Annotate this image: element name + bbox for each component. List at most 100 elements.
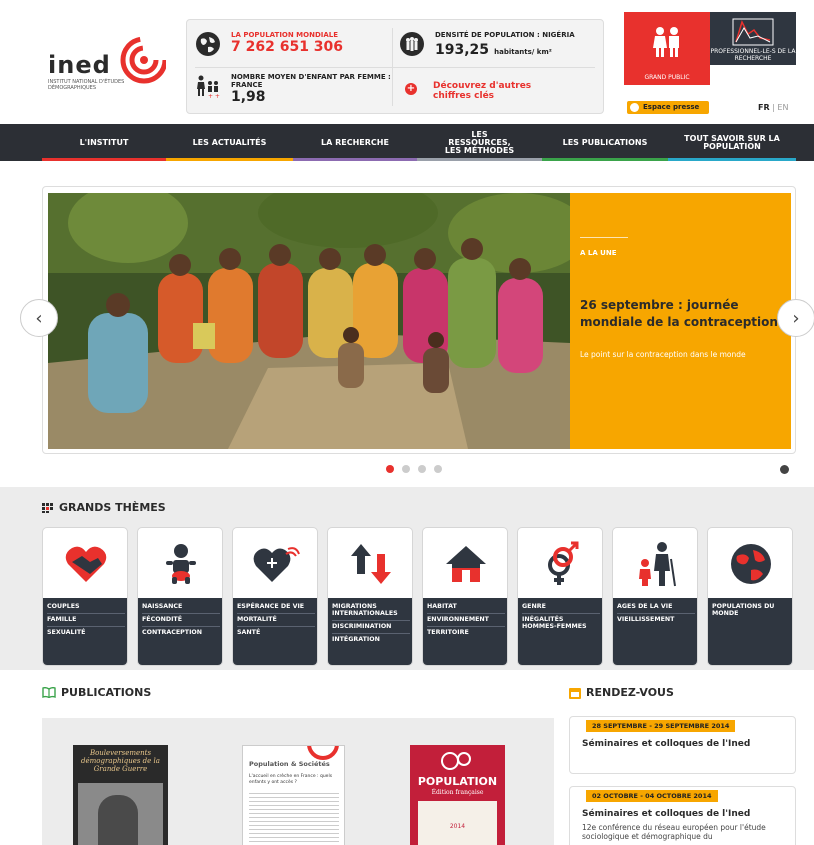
slide-tag: A LA UNE [580,249,617,257]
theme-card[interactable]: ESPÉRANCE DE VIE MORTALITÉ SANTÉ [232,527,318,666]
discover-more-label: Découvrez d'autres chiffres clés [433,81,532,101]
rendezvous-heading: RENDEZ-VOUS [569,686,674,699]
event-date-badge: 28 SEPTEMBRE - 29 SEPTEMBRE 2014 [586,720,736,732]
theme-link[interactable]: DISCRIMINATION [332,621,410,634]
theme-link[interactable]: GENRE [522,601,600,614]
theme-card[interactable]: COUPLES FAMILLE SEXUALITÉ [42,527,128,666]
espace-presse-button[interactable]: Espace presse [627,101,709,114]
theme-link[interactable]: NAISSANCE [142,601,220,614]
nav-color-bar [542,158,668,161]
theme-card[interactable]: GENRE INÉGALITÉS HOMMES-FEMMES [517,527,603,666]
carousel-dot[interactable] [418,465,426,473]
open-book-icon [42,687,56,698]
theme-link[interactable]: HABITAT [427,601,505,614]
globe-icon [196,32,220,56]
theme-links-panel: POPULATIONS DU MONDE [708,598,792,665]
nav-item-population[interactable]: TOUT SAVOIR SUR LA POPULATION [668,124,796,161]
density-unit: habitants/ km² [494,48,552,56]
nav-item-label: LES RESSOURCES, LES MÉTHODES [444,129,515,155]
nav-item-institut[interactable]: L'INSTITUT [42,124,166,161]
theme-link[interactable]: INTÉGRATION [332,634,410,646]
event-date-badge: 02 OCTOBRE - 04 OCTOBRE 2014 [586,790,718,802]
featured-text-panel[interactable]: A LA UNE 26 septembre : journée mondiale… [570,193,791,449]
nav-color-bar [668,158,796,161]
book-year: 2014 [449,823,466,830]
logo-rings-icon [120,36,166,84]
event-card[interactable]: 28 SEPTEMBRE - 29 SEPTEMBRE 2014 Séminai… [569,716,796,774]
elderly-child-icon [613,538,697,590]
world-population-label: LA POPULATION MONDIALE [231,31,339,39]
professionnels-button[interactable]: PROFESSIONNEL-LE-S DE LA RECHERCHE [710,12,796,65]
espace-presse-label: Espace presse [643,103,700,111]
plus-circle-icon: + [405,83,417,95]
nav-item-actualites[interactable]: LES ACTUALITÉS [166,124,293,161]
carousel-dot[interactable] [434,465,442,473]
svg-text:+ +: + + [208,93,220,99]
grand-public-button[interactable]: GRAND PUBLIC [624,12,710,85]
grand-public-label: GRAND PUBLIC [644,74,690,81]
grands-themes-title: GRANDS THÈMES [59,501,166,514]
carousel-play-icon[interactable] [780,465,789,474]
slide-title: 26 septembre : journée mondiale de la co… [580,298,778,329]
logo-subtitle: INSTITUT NATIONAL D'ÉTUDES DÉMOGRAPHIQUE… [48,79,125,91]
nav-item-recherche[interactable]: LA RECHERCHE [293,124,417,161]
theme-link[interactable]: CONTRACEPTION [142,627,220,639]
theme-card[interactable]: POPULATIONS DU MONDE [707,527,793,666]
theme-link[interactable]: TERRITOIRE [427,627,505,639]
publications-title: PUBLICATIONS [61,686,152,699]
nav-item-publications[interactable]: LES PUBLICATIONS [542,124,668,161]
carousel-dot[interactable] [402,465,410,473]
theme-link[interactable]: MORTALITÉ [237,614,315,627]
baby-icon [138,538,222,590]
lang-en-link[interactable]: EN [777,103,788,112]
theme-card[interactable]: NAISSANCE FÉCONDITÉ CONTRACEPTION [137,527,223,666]
carousel-next-button[interactable]: › [777,299,814,337]
theme-link[interactable]: COUPLES [47,601,125,614]
featured-photo[interactable] [48,193,570,449]
grands-themes-section: GRANDS THÈMES COUPLES FAMILLE SEXUALITÉ NAI… [0,487,814,670]
nav-color-bar [166,158,293,161]
handshake-heart-icon [43,538,127,590]
book-population-societes[interactable]: Population & Sociétés L'accueil en crèch… [242,745,345,845]
book-subtitle: Édition française [431,789,484,796]
theme-link[interactable]: POPULATIONS DU MONDE [712,601,790,620]
slide-description: Le point sur la contraception dans le mo… [580,350,746,359]
featured-carousel: A LA UNE 26 septembre : journée mondiale… [42,186,796,454]
world-population-value: 7 262 651 306 [231,39,344,55]
book-title: Population & Sociétés [249,760,330,768]
theme-link[interactable]: MIGRATIONS INTERNATIONALES [332,601,410,621]
theme-link[interactable]: FÉCONDITÉ [142,614,220,627]
theme-link[interactable]: FAMILLE [47,614,125,627]
density-value: 193,25 [435,42,490,58]
carousel-prev-button[interactable]: ‹ [20,299,58,337]
lang-fr-link[interactable]: FR [758,103,770,112]
book-population-revue[interactable]: POPULATION Édition française 2014 [410,745,505,845]
event-title: Séminaires et colloques de l'Ined [582,739,751,749]
nav-item-ressources[interactable]: LES RESSOURCES, LES MÉTHODES [417,124,542,161]
book-text-lines [249,790,339,845]
globe-icon [708,538,792,590]
theme-card[interactable]: MIGRATIONS INTERNATIONALES DISCRIMINATION… [327,527,413,666]
theme-link[interactable]: AGES DE LA VIE [617,601,695,614]
grands-themes-heading: GRANDS THÈMES [42,501,166,514]
theme-links-panel: COUPLES FAMILLE SEXUALITÉ [43,598,127,665]
carousel-dot[interactable] [386,465,394,473]
theme-link[interactable]: ENVIRONNEMENT [427,614,505,627]
theme-link[interactable]: SEXUALITÉ [47,627,125,639]
theme-card[interactable]: AGES DE LA VIE VIEILLISSEMENT [612,527,698,666]
calendar-icon [569,687,581,699]
publications-heading: PUBLICATIONS [42,686,151,699]
theme-link[interactable]: SANTÉ [237,627,315,639]
theme-link[interactable]: VIEILLISSEMENT [617,614,695,626]
theme-card[interactable]: HABITAT ENVIRONNEMENT TERRITOIRE [422,527,508,666]
nav-color-bar [293,158,417,161]
book-grande-guerre[interactable]: Bouleversements démographiques de la Gra… [73,745,168,845]
theme-links-panel: NAISSANCE FÉCONDITÉ CONTRACEPTION [138,598,222,665]
site-header: ined INSTITUT NATIONAL D'ÉTUDES DÉMOGRAP… [0,0,814,124]
event-card[interactable]: 02 OCTOBRE - 04 OCTOBRE 2014 Séminaires … [569,786,796,845]
theme-link[interactable]: ESPÉRANCE DE VIE [237,601,315,614]
nav-item-label: LES ACTUALITÉS [192,137,267,147]
theme-link[interactable]: INÉGALITÉS HOMMES-FEMMES [522,614,600,633]
professionnels-label: PROFESSIONNEL-LE-S DE LA RECHERCHE [710,48,796,62]
nav-item-label: L'INSTITUT [79,137,129,147]
